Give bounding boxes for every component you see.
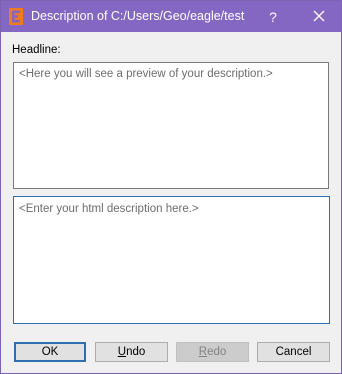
headline-label: Headline: — [12, 44, 61, 56]
preview-placeholder: <Here you will see a preview of your des… — [19, 68, 273, 80]
ok-button[interactable]: OK — [14, 342, 86, 362]
redo-mnemonic: R — [198, 346, 208, 358]
undo-label-rest: ndo — [126, 346, 146, 358]
description-preview: <Here you will see a preview of your des… — [13, 62, 329, 189]
editor-placeholder: <Enter your html description here.> — [19, 203, 199, 215]
description-dialog: Description of C:/Users/Geo/eagle/test ?… — [0, 0, 342, 374]
redo-label-rest: edo — [207, 346, 227, 358]
window-title: Description of C:/Users/Geo/eagle/test — [31, 9, 245, 23]
help-button[interactable]: ? — [251, 1, 295, 32]
undo-button[interactable]: Undo — [95, 342, 168, 362]
cancel-button[interactable]: Cancel — [257, 342, 330, 362]
html-description-editor[interactable]: <Enter your html description here.> — [13, 196, 330, 324]
redo-button[interactable]: Redo — [176, 342, 249, 362]
close-button[interactable] — [297, 1, 341, 32]
eagle-e-logo-icon — [9, 8, 23, 25]
close-icon — [313, 9, 325, 25]
title-bar[interactable]: Description of C:/Users/Geo/eagle/test ? — [1, 1, 341, 32]
undo-mnemonic: U — [117, 346, 127, 358]
help-icon: ? — [269, 8, 277, 25]
